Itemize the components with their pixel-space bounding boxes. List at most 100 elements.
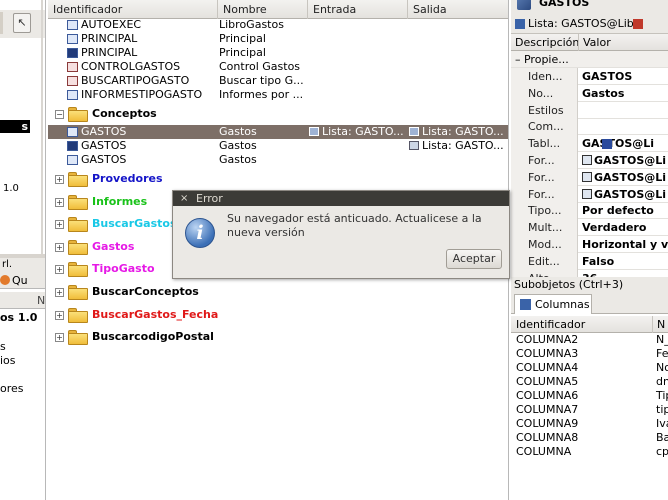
exit-icon[interactable] (633, 19, 643, 29)
column-row[interactable]: COLUMNA3 Fe (511, 347, 668, 361)
row-salida: Lista: GASTO... (409, 125, 504, 139)
accept-button[interactable]: Aceptar (446, 249, 502, 269)
properties-title-bar: GASTOS (511, 0, 668, 14)
property-row[interactable]: For... GASTOS@Li (511, 185, 668, 203)
header-valor[interactable]: Valor (578, 34, 611, 51)
row-id: PRINCIPAL (81, 46, 138, 59)
column-id: COLUMNA7 (516, 403, 579, 416)
property-row[interactable]: For... GASTOS@Li (511, 152, 668, 169)
property-value[interactable]: GASTOS@Li (582, 152, 666, 169)
column-id: COLUMNA2 (516, 333, 579, 346)
property-row[interactable]: For... GASTOS@Li (511, 168, 668, 186)
column-row[interactable]: COLUMNA6 Tip (511, 389, 668, 403)
col-entrada[interactable]: Entrada (308, 0, 408, 19)
property-key: Tabl... (511, 135, 578, 153)
property-value[interactable]: Por defecto (582, 202, 654, 219)
folder-conceptos[interactable]: − Conceptos (48, 103, 508, 125)
pointer-tool-button[interactable]: ↖ (13, 13, 31, 33)
subobjetos-tabbar: Columnas (511, 292, 668, 314)
tree-row[interactable]: CONTROLGASTOS Control Gastos (48, 60, 508, 74)
column-row[interactable]: COLUMNA8 Ba (511, 431, 668, 445)
form-icon (582, 188, 592, 199)
expand-icon[interactable]: + (55, 333, 64, 343)
column-row[interactable]: COLUMNA9 Iva (511, 417, 668, 431)
column-name: Iva (656, 417, 668, 430)
close-icon[interactable]: × (180, 191, 188, 206)
expand-icon[interactable]: + (55, 265, 64, 275)
tab-columnas[interactable]: Columnas (514, 294, 592, 314)
sub-header-nombre[interactable]: N (652, 316, 665, 333)
tree-row[interactable]: BUSCARTIPOGASTO Buscar tipo G... (48, 74, 508, 88)
left-text-1: s (0, 340, 6, 353)
breadcrumb-label[interactable]: Lista: GASTOS@Libr (528, 14, 638, 34)
col-nombre[interactable]: Nombre (218, 0, 308, 19)
expand-icon[interactable]: + (55, 310, 64, 320)
row-name: Gastos (219, 125, 257, 138)
property-row[interactable]: Edit... Falso (511, 252, 668, 270)
property-value[interactable]: Verdadero (582, 219, 646, 236)
folder-label: Provedores (92, 172, 163, 185)
folder-row[interactable]: + BuscarcodigoPostal (48, 326, 508, 348)
dialog-message: Su navegador está anticuado. Actualicese… (227, 212, 482, 239)
collapse-icon[interactable]: − (55, 110, 64, 119)
column-row[interactable]: COLUMNA2 N_ (511, 333, 668, 347)
property-value[interactable]: Horizontal y ve (582, 236, 668, 253)
folder-icon (68, 217, 88, 233)
property-value[interactable]: Falso (582, 253, 614, 270)
column-id: COLUMNA (516, 445, 572, 458)
binoculars-icon (67, 141, 78, 151)
property-row[interactable]: Com... (511, 118, 668, 136)
folder-row[interactable]: + BuscarGastos_Fecha (48, 304, 508, 326)
folder-row[interactable]: + Provedores (48, 168, 508, 190)
properties-group[interactable]: – Propie... (511, 51, 668, 68)
folder-label: TipoGasto (92, 262, 155, 276)
property-value[interactable]: GASTOS@Li (582, 135, 654, 152)
tree-row[interactable]: GASTOS Gastos Lista: GASTO... (48, 139, 508, 153)
column-id: COLUMNA3 (516, 347, 579, 360)
col-identificador[interactable]: Identificador (48, 0, 218, 19)
expand-icon[interactable]: + (55, 288, 64, 297)
sub-header-identificador[interactable]: Identificador (516, 316, 585, 333)
form-icon (582, 171, 592, 182)
property-value[interactable]: Gastos (582, 85, 624, 102)
property-row[interactable]: No... Gastos (511, 84, 668, 102)
column-row[interactable]: COLUMNA5 dn (511, 375, 668, 389)
tree-row[interactable]: AUTOEXEC LibroGastos (48, 18, 508, 32)
column-row[interactable]: COLUMNA cp (511, 445, 668, 459)
property-row[interactable]: Tipo... Por defecto (511, 202, 668, 220)
tree-row[interactable]: PRINCIPAL Principal (48, 32, 508, 46)
tree-row[interactable]: INFORMESTIPOGASTO Informes por ... (48, 88, 508, 102)
property-key: Com... (511, 118, 578, 136)
property-row[interactable]: Mod... Horizontal y ve (511, 236, 668, 253)
tab-qu[interactable]: Qu (12, 272, 28, 289)
left-version-text: 1.0 (3, 183, 19, 194)
left-selection-marker (0, 12, 3, 34)
property-row[interactable]: Estilos (511, 101, 668, 119)
tree-row[interactable]: GASTOS Gastos (48, 153, 508, 167)
expand-icon[interactable]: + (55, 197, 64, 207)
folder-row[interactable]: + BuscarConceptos (48, 281, 508, 303)
expand-icon[interactable]: + (55, 242, 64, 252)
property-row[interactable]: Iden... GASTOS (511, 68, 668, 85)
tree-row-selected[interactable]: GASTOS Gastos Lista: GASTO... Lista: GAS… (48, 125, 508, 139)
col-salida[interactable]: Salida (408, 0, 508, 19)
property-key: For... (511, 168, 578, 186)
left-bold-text: os 1.0 (0, 311, 38, 324)
property-row[interactable]: Tabl... GASTOS@Li (511, 135, 668, 153)
column-row[interactable]: COLUMNA4 No (511, 361, 668, 375)
column-id: COLUMNA6 (516, 389, 579, 402)
expand-icon[interactable]: + (55, 220, 64, 230)
property-value[interactable]: GASTOS (582, 68, 632, 85)
autoexec-icon (67, 20, 78, 30)
property-value[interactable]: GASTOS@Li (582, 186, 666, 203)
header-descripcion[interactable]: Descripción (515, 34, 579, 51)
subobjetos-header: Identificador N (511, 316, 668, 333)
column-row[interactable]: COLUMNA7 tip (511, 403, 668, 417)
tree-row[interactable]: PRINCIPAL Principal (48, 46, 508, 60)
column-id: COLUMNA9 (516, 417, 579, 430)
expand-icon[interactable]: + (55, 175, 64, 184)
property-row[interactable]: Mult... Verdadero (511, 219, 668, 237)
property-value[interactable]: GASTOS@Li (582, 169, 666, 186)
properties-header: Descripción Valor (511, 34, 668, 51)
column-name: cp (656, 445, 668, 458)
